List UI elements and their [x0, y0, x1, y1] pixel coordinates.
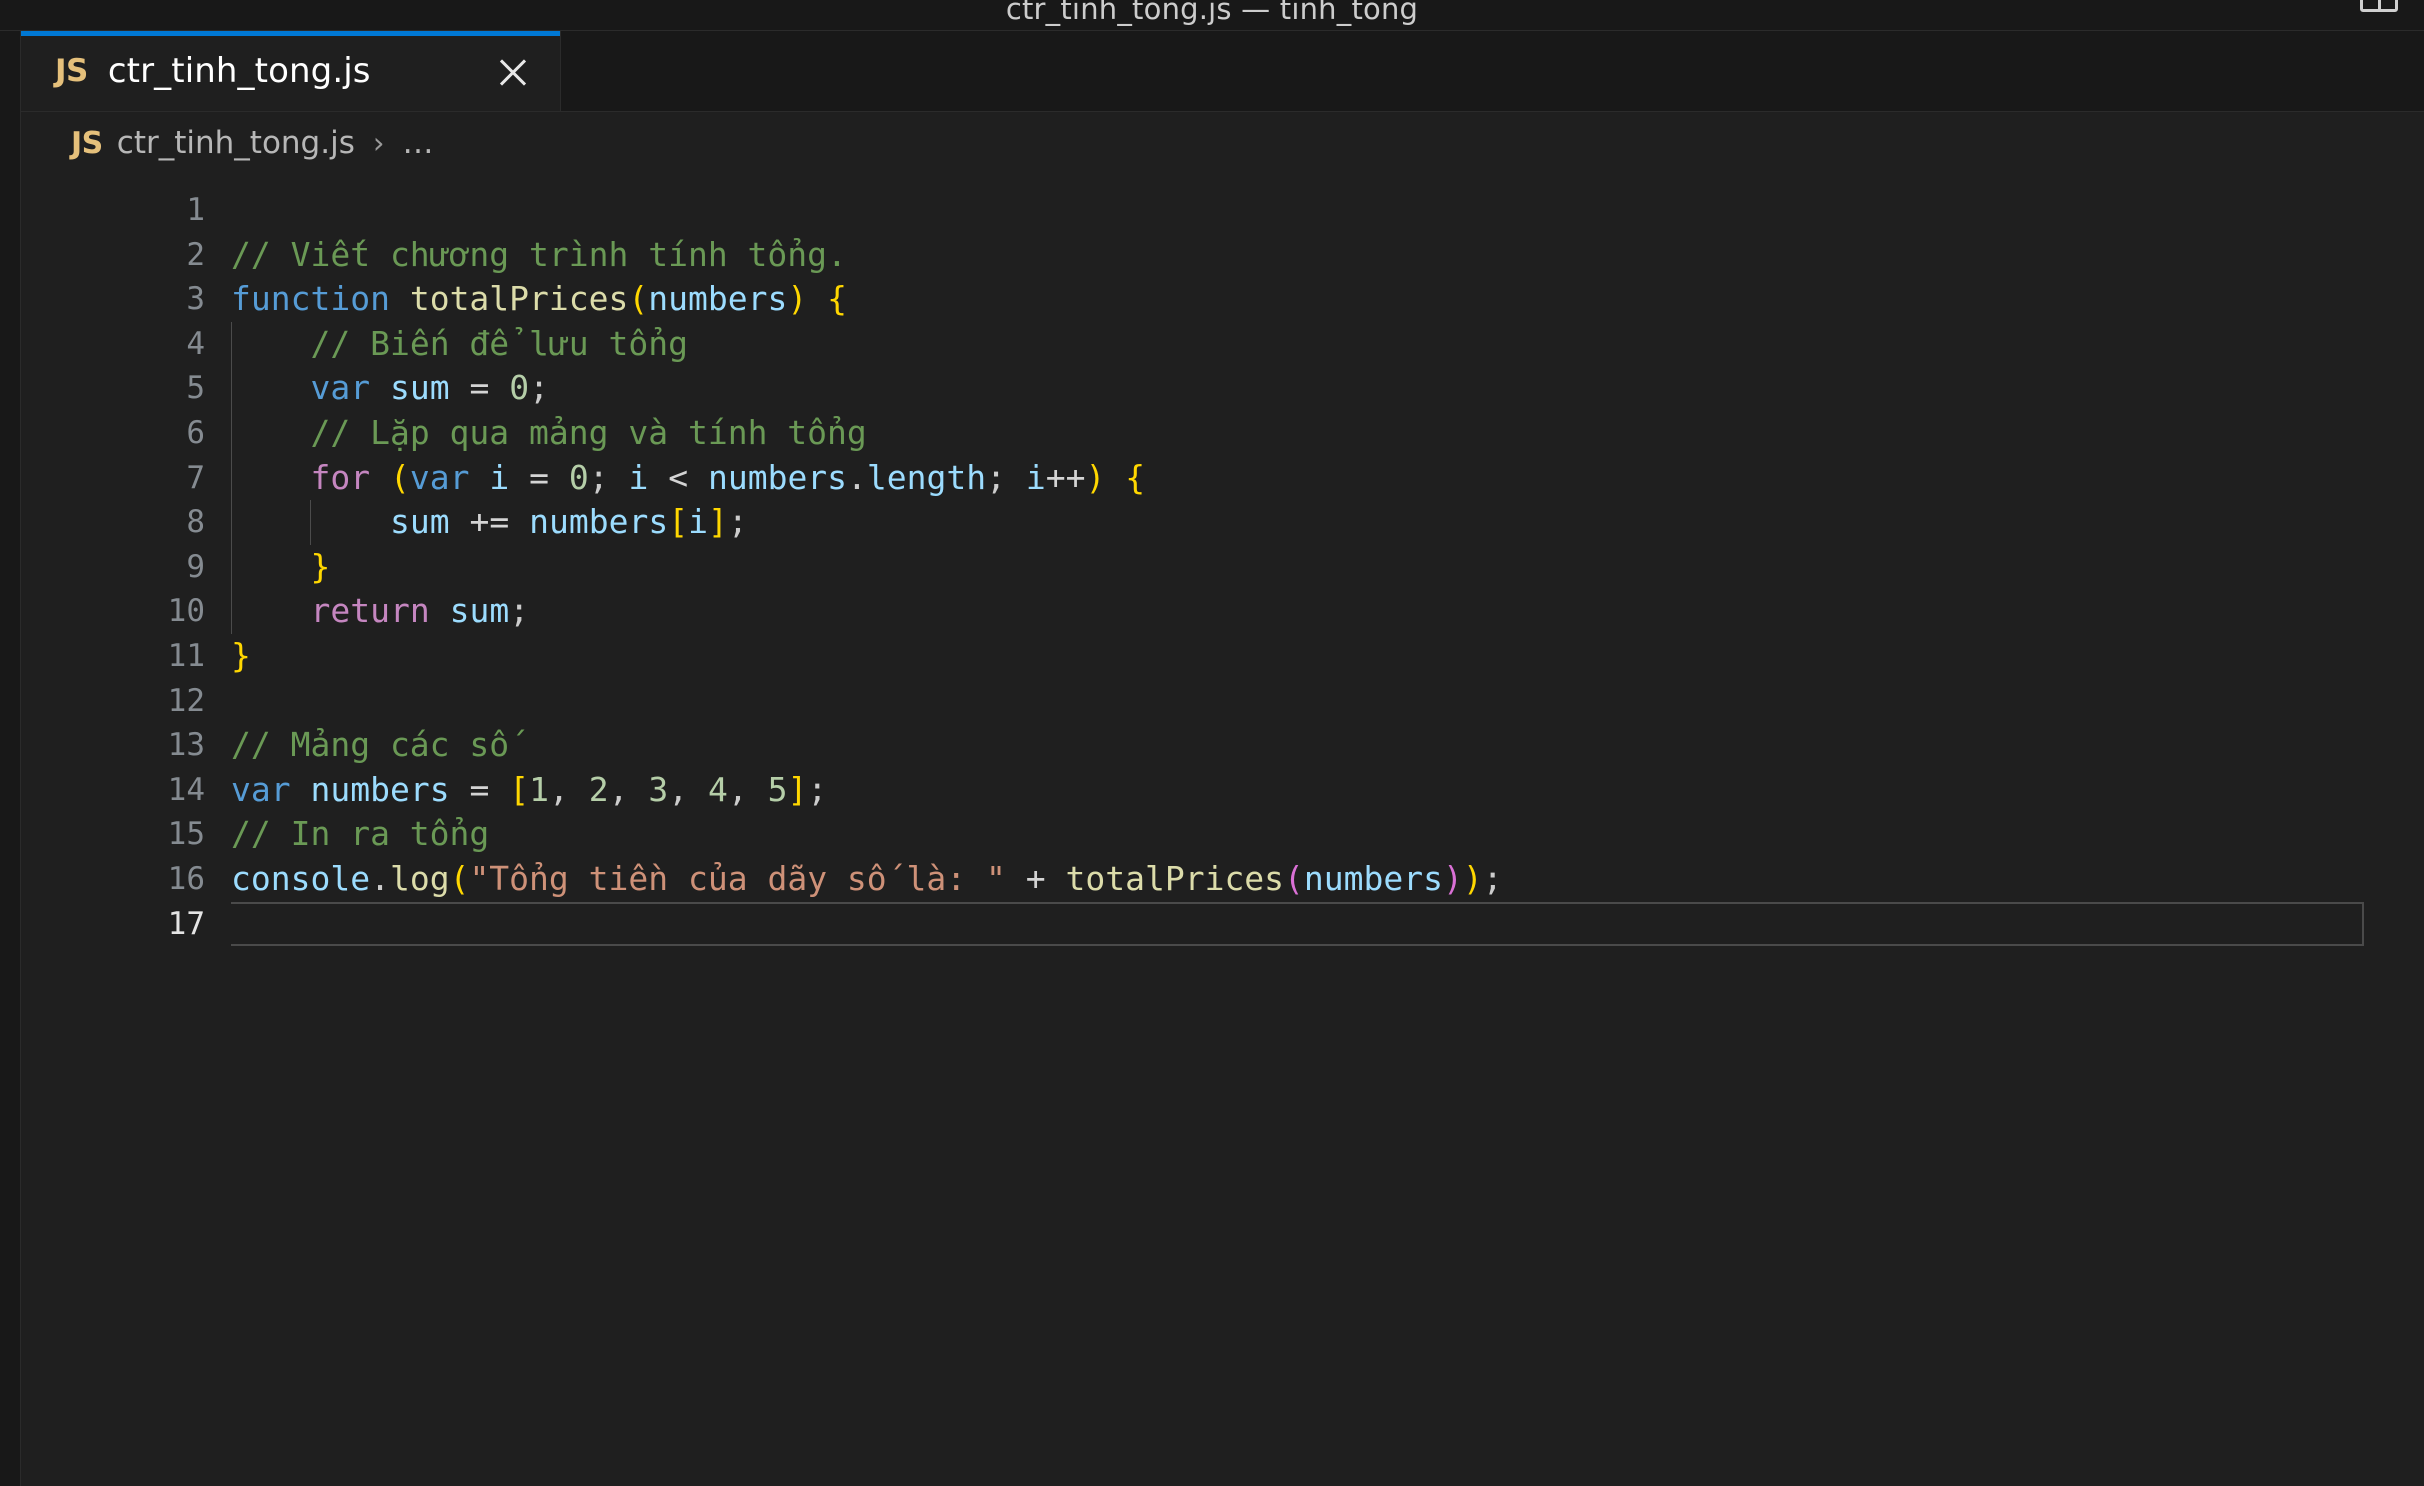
- line-number: 3: [186, 281, 205, 318]
- code-line[interactable]: console.log("Tổng tiền của dãy số là: " …: [231, 857, 2424, 902]
- workbench: JS ctr_tinh_tong.js JS ctr_tinh_tong.js …: [0, 31, 2424, 1486]
- activity-bar[interactable]: [0, 31, 21, 1486]
- window-title: ctr_tinh_tong.js — tinh_tong: [1005, 0, 1419, 26]
- split-editor-icon[interactable]: [2360, 0, 2398, 12]
- line-number: 16: [167, 860, 205, 897]
- line-number: 17: [167, 905, 205, 942]
- code-line[interactable]: // Lặp qua mảng và tính tổng: [231, 411, 2424, 456]
- line-number: 8: [186, 504, 205, 541]
- editor-group: JS ctr_tinh_tong.js JS ctr_tinh_tong.js …: [21, 31, 2424, 1486]
- line-number: 15: [167, 816, 205, 853]
- code-line[interactable]: [231, 188, 2424, 233]
- line-number: 4: [186, 325, 205, 362]
- code-line[interactable]: // Biến để lưu tổng: [231, 322, 2424, 367]
- code-line[interactable]: function totalPrices(numbers) {: [231, 277, 2424, 322]
- line-number: 13: [167, 727, 205, 764]
- code-line[interactable]: for (var i = 0; i < numbers.length; i++)…: [231, 456, 2424, 501]
- breadcrumb-item-file[interactable]: ctr_tinh_tong.js: [117, 125, 355, 161]
- line-number: 7: [186, 459, 205, 496]
- indent-guide: [310, 500, 312, 545]
- code-line[interactable]: var numbers = [1, 2, 3, 4, 5];: [231, 768, 2424, 813]
- code-line[interactable]: }: [231, 634, 2424, 679]
- js-file-icon: JS: [55, 53, 88, 89]
- line-number-gutter: 1 2 3 4 5 6 7 8 9 10 11 12 13 14 15 16 17: [21, 188, 231, 1486]
- code-line[interactable]: [231, 679, 2424, 724]
- code-line[interactable]: }: [231, 545, 2424, 590]
- tab-bar: JS ctr_tinh_tong.js: [21, 31, 2424, 112]
- indent-guide: [231, 321, 232, 634]
- code-line[interactable]: // In ra tổng: [231, 812, 2424, 857]
- tab-bar-empty-space: [561, 31, 2424, 111]
- line-number: 5: [186, 370, 205, 407]
- line-number: 9: [186, 548, 205, 585]
- code-line[interactable]: return sum;: [231, 589, 2424, 634]
- code-line[interactable]: // Mảng các số: [231, 723, 2424, 768]
- code-editor[interactable]: 1 2 3 4 5 6 7 8 9 10 11 12 13 14 15 16 17 // Viết chương…: [21, 174, 2424, 1486]
- breadcrumb-item-more[interactable]: …: [402, 125, 434, 161]
- vscode-window: ctr_tinh_tong.js — tinh_tong JS ctr_tinh…: [0, 0, 2424, 1486]
- chevron-right-icon: ›: [372, 126, 385, 160]
- close-icon[interactable]: [492, 50, 534, 92]
- line-number: 2: [186, 236, 205, 273]
- line-number: 6: [186, 414, 205, 451]
- code-line[interactable]: // Viết chương trình tính tổng.: [231, 233, 2424, 278]
- title-bar: ctr_tinh_tong.js — tinh_tong: [0, 0, 2424, 31]
- line-number: 10: [167, 593, 205, 630]
- tab-label: ctr_tinh_tong.js: [107, 51, 371, 91]
- breadcrumb: JS ctr_tinh_tong.js › …: [21, 112, 2424, 174]
- line-number: 11: [167, 637, 205, 674]
- tab-ctr-tinh-tong-js[interactable]: JS ctr_tinh_tong.js: [21, 31, 561, 111]
- line-number: 1: [186, 192, 205, 228]
- line-number: 12: [167, 682, 205, 719]
- js-file-icon: JS: [71, 125, 103, 161]
- code-line[interactable]: [231, 901, 2364, 947]
- line-number: 14: [167, 771, 205, 808]
- code-content[interactable]: // Viết chương trình tính tổng. function …: [231, 188, 2424, 1486]
- code-line[interactable]: sum += numbers[i];: [231, 500, 2424, 545]
- code-line[interactable]: var sum = 0;: [231, 366, 2424, 411]
- title-bar-actions: [2360, 0, 2398, 28]
